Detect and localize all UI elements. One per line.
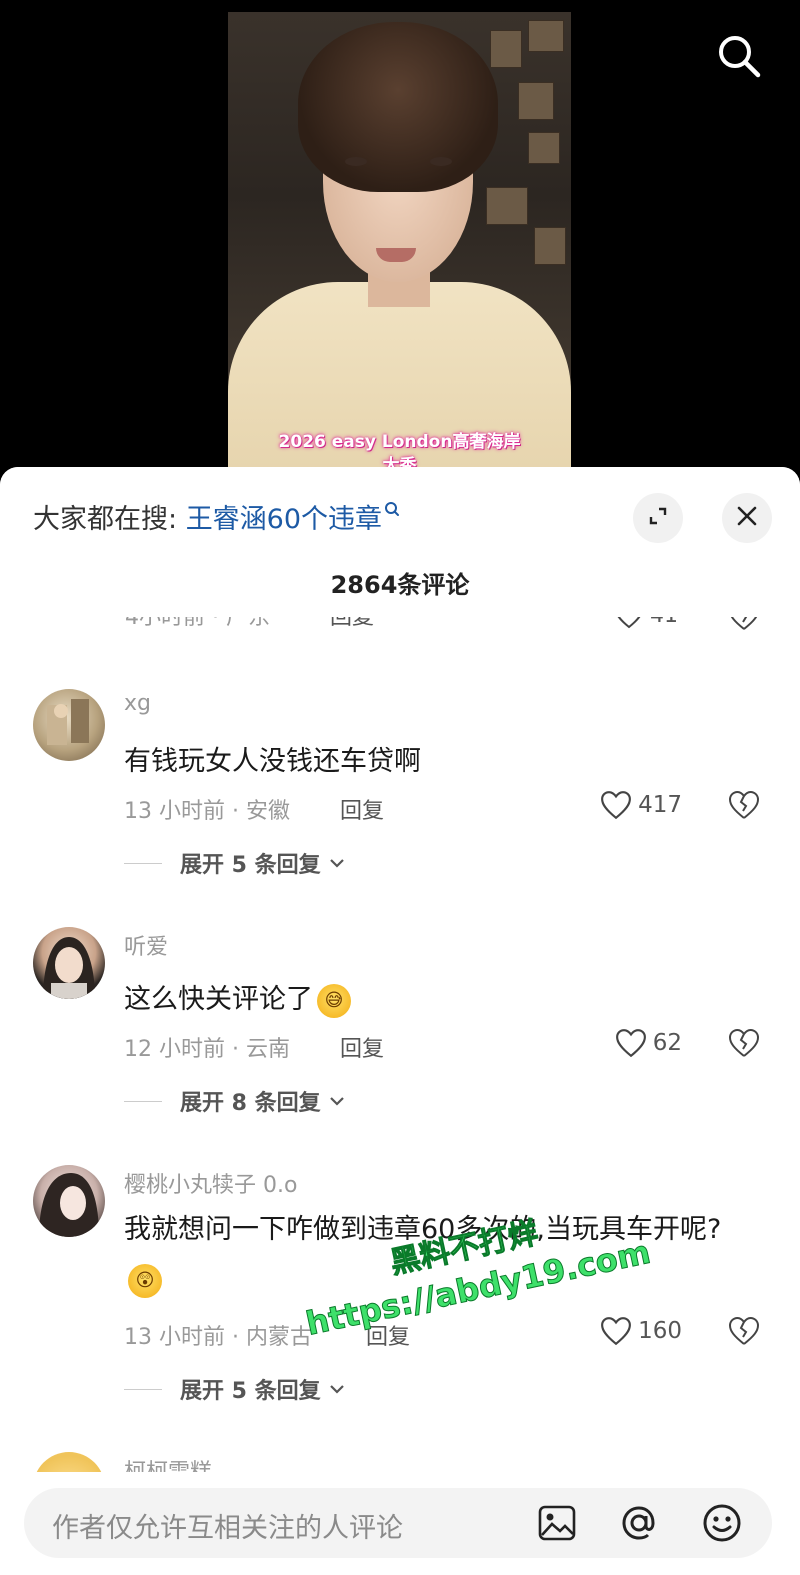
dislike-button[interactable] <box>728 1028 760 1062</box>
divider-line <box>124 862 162 864</box>
like-count: 41 <box>650 617 678 628</box>
image-icon[interactable] <box>536 1502 578 1544</box>
video-player[interactable]: 2026 easy London高奢海岸 大秀 <box>0 0 800 472</box>
comment-item: 听爱 这么快关评论了 😅 12 小时前 · 云南 回复 62 展开 8 条回复 <box>0 927 800 1127</box>
comment-text: 有钱玩女人没钱还车贷啊 <box>124 746 421 777</box>
grinning-sweat-emoji: 😅 <box>317 983 351 1018</box>
avatar[interactable] <box>33 689 105 761</box>
divider-line <box>124 1388 162 1390</box>
video-caption: 2026 easy London高奢海岸 大秀 <box>228 430 571 472</box>
person-hair <box>298 22 498 192</box>
dislike-button[interactable] <box>728 617 760 635</box>
video-frame[interactable]: 2026 easy London高奢海岸 大秀 <box>228 12 571 472</box>
heart-icon <box>617 617 641 629</box>
comment-text-body: 这么快关评论了 <box>124 984 313 1015</box>
close-icon <box>735 504 759 532</box>
expand-replies-button[interactable]: 展开 5 条回复 <box>124 1373 347 1405</box>
wall-photo <box>518 82 554 120</box>
video-caption-line1: 2026 easy London高奢海岸 <box>278 432 521 452</box>
expand-replies-button[interactable]: 展开 8 条回复 <box>124 1085 347 1117</box>
expand-replies-label: 展开 5 条回复 <box>180 853 321 878</box>
comment-meta: 12 小时前 · 云南 <box>124 1037 290 1062</box>
broken-heart-icon <box>728 790 760 819</box>
comment-item: xg 有钱玩女人没钱还车贷啊 13 小时前 · 安徽 回复 417 展开 5 条… <box>0 689 800 889</box>
search-icon[interactable] <box>716 33 762 79</box>
heart-icon <box>601 791 632 820</box>
like-count: 62 <box>652 1030 682 1056</box>
expand-replies-label: 展开 8 条回复 <box>180 1091 321 1116</box>
wall-photo <box>534 227 566 265</box>
comment-meta: 13 小时前 · 内蒙古 <box>124 1325 312 1350</box>
search-small-icon <box>384 497 400 528</box>
comment-input[interactable]: 作者仅允许互相关注的人评论 <box>24 1488 772 1558</box>
heart-icon <box>615 1029 646 1058</box>
comment-input-placeholder: 作者仅允许互相关注的人评论 <box>52 1513 403 1544</box>
commenter-name[interactable]: 听爱 <box>124 929 168 961</box>
search-suggestion[interactable]: 大家都在搜: 王睿涵60个违章 <box>33 497 400 536</box>
chevron-down-icon <box>329 859 344 868</box>
expand-button[interactable] <box>633 493 683 543</box>
wall-photo <box>528 20 564 52</box>
search-suggestion-term[interactable]: 王睿涵60个违章 <box>186 504 382 535</box>
comment-text: 这么快关评论了 😅 <box>124 975 744 1025</box>
broken-heart-icon <box>728 1028 760 1057</box>
wall-photo <box>490 30 522 68</box>
astonished-emoji: 😲 <box>128 1263 162 1298</box>
expand-replies-label: 展开 5 条回复 <box>180 1379 321 1404</box>
broken-heart-icon <box>730 617 758 630</box>
close-button[interactable] <box>722 493 772 543</box>
comment-meta: 4小时前 · 广东 <box>125 617 270 630</box>
expand-replies-button[interactable]: 展开 5 条回复 <box>124 847 347 879</box>
reply-button[interactable]: 回复 <box>330 617 374 631</box>
expand-icon <box>646 504 670 532</box>
commenter-name[interactable]: 樱桃小丸犊子 0.o <box>124 1167 297 1199</box>
like-count: 417 <box>638 792 682 818</box>
broken-heart-icon <box>728 1316 760 1345</box>
search-suggestion-prefix: 大家都在搜: <box>33 504 186 535</box>
avatar[interactable] <box>33 927 105 999</box>
emoji-icon[interactable] <box>701 1502 743 1544</box>
comment-count-title: 2864条评论 <box>330 571 470 599</box>
divider-line <box>124 1100 162 1102</box>
comment-text: 我就想问一下咋做到违章60多次的,当玩具车开呢? 😲 <box>124 1205 744 1305</box>
like-button[interactable]: 41 <box>614 617 678 629</box>
like-button[interactable]: 160 <box>600 1316 682 1346</box>
dislike-button[interactable] <box>728 1316 760 1350</box>
reply-button[interactable]: 回复 <box>366 1319 410 1351</box>
wall-photo <box>528 132 560 164</box>
heart-icon <box>601 1317 632 1346</box>
sheet-header: 大家都在搜: 王睿涵60个违章 2864条评论 <box>0 467 800 617</box>
comment-sheet: 大家都在搜: 王睿涵60个违章 2864条评论 4小时前 · 广东 回复 xg … <box>0 467 800 1575</box>
wall-photo <box>486 187 528 225</box>
comment-text-body: 我就想问一下咋做到违章60多次的,当玩具车开呢? <box>124 1214 722 1245</box>
comment-item: 樱桃小丸犊子 0.o 我就想问一下咋做到违章60多次的,当玩具车开呢? 😲 13 … <box>0 1165 800 1405</box>
avatar[interactable] <box>33 1165 105 1237</box>
person-eye <box>430 157 452 166</box>
commenter-name[interactable]: xg <box>124 691 151 716</box>
comment-input-bar: 作者仅允许互相关注的人评论 <box>0 1472 800 1575</box>
reply-button[interactable]: 回复 <box>340 1031 384 1063</box>
cut-off-comment-row: 4小时前 · 广东 回复 41 <box>0 617 800 647</box>
chevron-down-icon <box>329 1097 344 1106</box>
reply-button[interactable]: 回复 <box>340 793 384 825</box>
like-button[interactable]: 417 <box>600 790 682 820</box>
dislike-button[interactable] <box>728 790 760 824</box>
person-eye <box>345 157 367 166</box>
comment-meta: 13 小时前 · 安徽 <box>124 799 290 824</box>
like-button[interactable]: 62 <box>615 1028 682 1058</box>
like-count: 160 <box>638 1318 682 1344</box>
mention-icon[interactable] <box>618 1502 660 1544</box>
chevron-down-icon <box>329 1385 344 1394</box>
